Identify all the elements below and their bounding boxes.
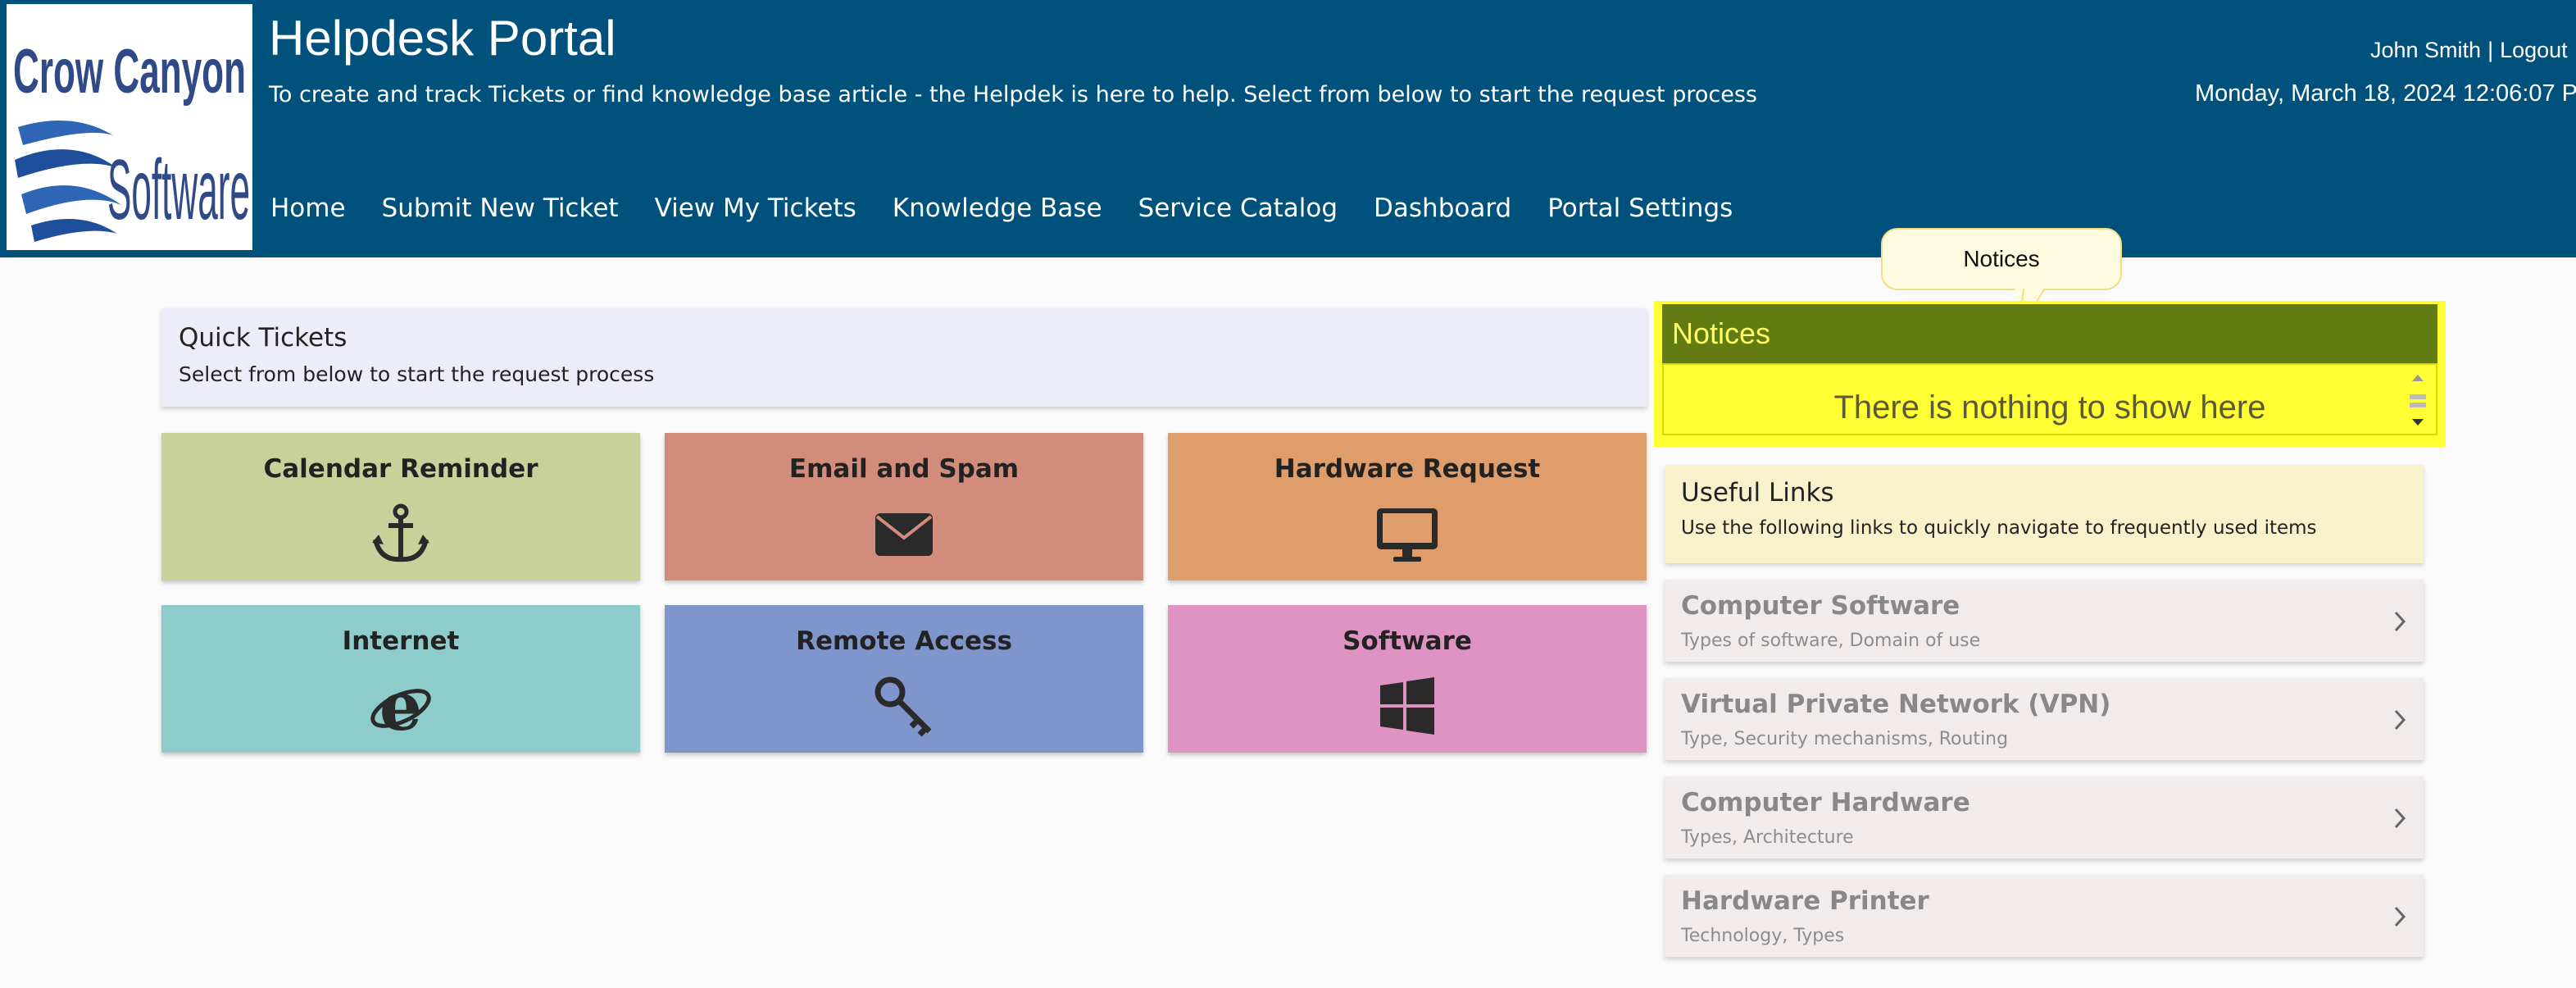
tile-label: Internet: [342, 626, 460, 656]
logo-text-software: Software: [107, 143, 250, 238]
nav-home[interactable]: Home: [270, 194, 346, 230]
tile-label: Hardware Request: [1274, 454, 1541, 484]
internet-explorer-icon: e: [369, 674, 433, 738]
crow-canyon-logo[interactable]: Crow Canyon Software: [7, 4, 252, 250]
link-title: Virtual Private Network (VPN): [1681, 690, 2111, 719]
link-title: Computer Hardware: [1681, 788, 1970, 817]
tile-label: Email and Spam: [788, 454, 1020, 484]
link-description: Types of software, Domain of use: [1681, 631, 1981, 651]
page-title: Helpdesk Portal: [269, 11, 616, 66]
link-title: Computer Software: [1681, 591, 1960, 621]
chevron-right-icon: [2394, 906, 2406, 927]
tile-label: Software: [1343, 626, 1472, 656]
link-computer-hardware[interactable]: Computer Hardware Types, Architecture: [1665, 776, 2424, 858]
quick-ticket-tiles: Calendar Reminder Email and Spam Hardwar…: [161, 433, 1647, 777]
link-computer-software[interactable]: Computer Software Types of software, Dom…: [1665, 580, 2424, 662]
page-subtitle: To create and track Tickets or find know…: [269, 82, 1757, 107]
svg-text:e: e: [379, 674, 422, 738]
quick-tickets-header: Quick Tickets Select from below to start…: [161, 308, 1647, 407]
chevron-right-icon: [2394, 808, 2406, 829]
useful-links-subtitle: Use the following links to quickly navig…: [1681, 517, 2317, 539]
tile-label: Remote Access: [796, 626, 1012, 656]
nav-submit-new-ticket[interactable]: Submit New Ticket: [382, 194, 619, 230]
current-datetime: Monday, March 18, 2024 12:06:07 PM: [2195, 80, 2576, 107]
nav-dashboard[interactable]: Dashboard: [1374, 194, 1511, 230]
scroll-down-icon: [2412, 419, 2424, 426]
tile-software[interactable]: Software: [1168, 605, 1647, 753]
user-area: John Smith | Logout: [2370, 38, 2568, 63]
portal-header: Crow Canyon Software Helpdesk Portal To …: [0, 0, 2576, 257]
tile-label: Calendar Reminder: [263, 454, 538, 484]
link-vpn[interactable]: Virtual Private Network (VPN) Type, Secu…: [1665, 678, 2424, 760]
link-hardware-printer[interactable]: Hardware Printer Technology, Types: [1665, 875, 2424, 957]
link-description: Types, Architecture: [1681, 827, 1854, 848]
notices-empty-text: There is nothing to show here: [1833, 389, 2266, 426]
tile-internet[interactable]: Internet e: [161, 605, 640, 753]
useful-links-title: Useful Links: [1681, 478, 1834, 508]
key-icon: [872, 674, 936, 738]
tile-hardware-request[interactable]: Hardware Request: [1168, 433, 1647, 581]
useful-links-header: Useful Links Use the following links to …: [1665, 465, 2424, 563]
anchor-icon: [369, 502, 433, 566]
notices-tooltip: Notices: [1881, 228, 2122, 290]
link-title: Hardware Printer: [1681, 886, 1929, 916]
user-name[interactable]: John Smith: [2370, 38, 2481, 62]
notices-panel: Notices There is nothing to show here: [1654, 301, 2446, 447]
logout-link[interactable]: Logout: [2500, 38, 2568, 62]
monitor-icon: [1375, 502, 1439, 566]
nav-view-my-tickets[interactable]: View My Tickets: [655, 194, 856, 230]
notices-scrollbar[interactable]: [2406, 370, 2429, 432]
envelope-icon: [872, 502, 936, 566]
logo-text-crow-canyon: Crow Canyon: [13, 37, 246, 107]
notices-body: There is nothing to show here: [1662, 363, 2437, 435]
nav-service-catalog[interactable]: Service Catalog: [1138, 194, 1338, 230]
link-description: Type, Security mechanisms, Routing: [1681, 729, 2009, 749]
windows-icon: [1375, 674, 1439, 738]
nav-knowledge-base[interactable]: Knowledge Base: [893, 194, 1102, 230]
quick-tickets-title: Quick Tickets: [179, 323, 348, 353]
scroll-up-icon: [2412, 375, 2424, 381]
nav-portal-settings[interactable]: Portal Settings: [1547, 194, 1733, 230]
tile-calendar-reminder[interactable]: Calendar Reminder: [161, 433, 640, 581]
user-separator: |: [2487, 38, 2494, 62]
chevron-right-icon: [2394, 709, 2406, 731]
quick-tickets-subtitle: Select from below to start the request p…: [179, 362, 655, 386]
chevron-right-icon: [2394, 611, 2406, 632]
tile-email-and-spam[interactable]: Email and Spam: [665, 433, 1143, 581]
main-nav: Home Submit New Ticket View My Tickets K…: [270, 194, 1769, 230]
notices-title: Notices: [1662, 304, 2437, 363]
link-description: Technology, Types: [1681, 926, 1845, 946]
tile-remote-access[interactable]: Remote Access: [665, 605, 1143, 753]
